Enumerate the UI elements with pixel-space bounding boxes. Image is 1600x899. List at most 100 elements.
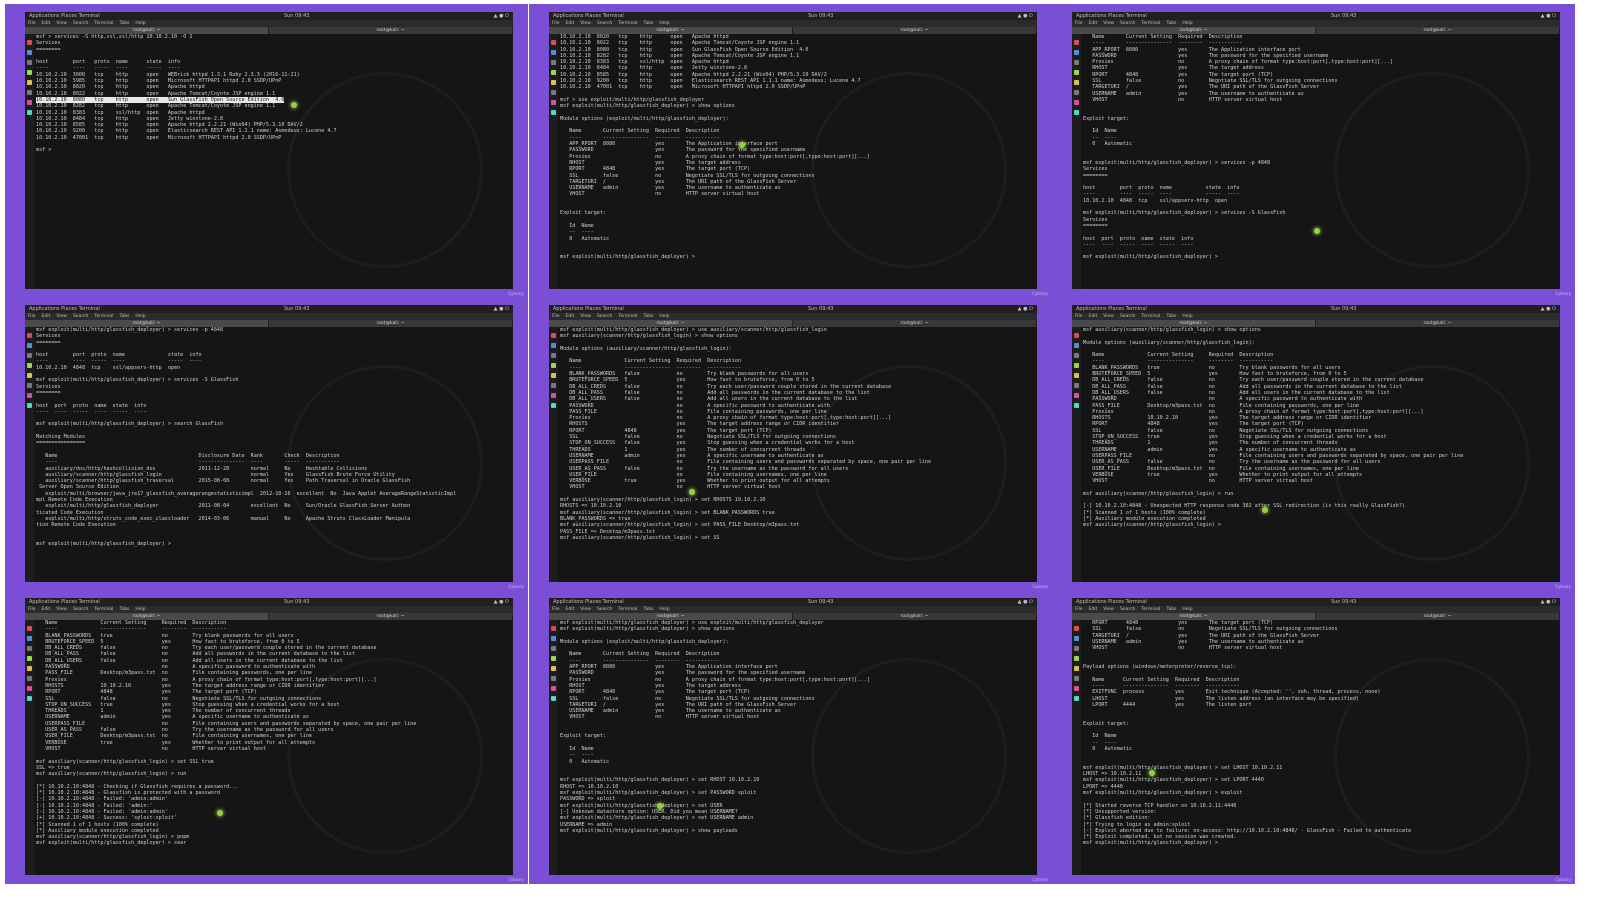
- dock-app-icon[interactable]: [27, 393, 32, 398]
- terminal-output[interactable]: RPORT 4848 yes The target port (TCP) SSL…: [1083, 620, 1557, 873]
- tab-2[interactable]: root@kali: ~: [269, 613, 513, 620]
- dock-app-icon[interactable]: [551, 656, 556, 661]
- top-bar-menus[interactable]: Applications Places Terminal: [553, 305, 624, 313]
- dock-app-icon[interactable]: [27, 353, 32, 358]
- dock-app-icon[interactable]: [551, 40, 556, 45]
- dock-app-icon[interactable]: [551, 100, 556, 105]
- menu-item-search[interactable]: Search: [597, 607, 612, 612]
- menu-item-edit[interactable]: Edit: [1089, 21, 1098, 26]
- top-bar-menus[interactable]: Applications Places Terminal: [1076, 12, 1147, 20]
- dock-app-icon[interactable]: [1074, 333, 1079, 338]
- top-bar-menus[interactable]: Applications Places Terminal: [1076, 305, 1147, 313]
- dock-app-icon[interactable]: [551, 343, 556, 348]
- menu-item-file[interactable]: File: [552, 21, 560, 26]
- dock-app-icon[interactable]: [1074, 363, 1079, 368]
- menu-item-help[interactable]: Help: [659, 21, 669, 26]
- terminal-window[interactable]: Applications Places Terminal Sun 09:43 ▲ ●…: [1072, 305, 1560, 582]
- dock-app-icon[interactable]: [1074, 646, 1079, 651]
- dock-app-icon[interactable]: [27, 646, 32, 651]
- terminal-window[interactable]: Applications Places Terminal Sun 09:43 ▲ ●…: [25, 598, 513, 875]
- dock-app-icon[interactable]: [1074, 373, 1079, 378]
- menu-item-file[interactable]: File: [1075, 607, 1083, 612]
- tab-2[interactable]: root@kali: ~: [269, 320, 513, 327]
- system-tray-icon[interactable]: ▲ ● ⏻: [494, 598, 509, 606]
- menu-item-edit[interactable]: Edit: [566, 21, 575, 26]
- menu-item-tabs[interactable]: Tabs: [643, 607, 653, 612]
- system-tray-icon[interactable]: ▲ ● ⏻: [494, 305, 509, 313]
- system-tray-icon[interactable]: ▲ ● ⏻: [1541, 305, 1556, 313]
- dock-app-icon[interactable]: [27, 363, 32, 368]
- dock-app-icon[interactable]: [1074, 686, 1079, 691]
- top-bar-menus[interactable]: Applications Places Terminal: [1076, 598, 1147, 606]
- system-tray-icon[interactable]: ▲ ● ⏻: [1541, 12, 1556, 20]
- dock-app-icon[interactable]: [1074, 343, 1079, 348]
- top-bar-menus[interactable]: Applications Places Terminal: [29, 598, 100, 606]
- tab-1[interactable]: root@kali: ~: [1072, 613, 1316, 620]
- system-tray-icon[interactable]: ▲ ● ⏻: [1018, 12, 1033, 20]
- dock-app-icon[interactable]: [27, 60, 32, 65]
- tab-1[interactable]: root@kali: ~: [25, 613, 269, 620]
- dock-app-icon[interactable]: [551, 403, 556, 408]
- menu-item-search[interactable]: Search: [1120, 314, 1135, 319]
- system-tray-icon[interactable]: ▲ ● ⏻: [1018, 598, 1033, 606]
- menu-item-terminal[interactable]: Terminal: [618, 21, 637, 26]
- menu-item-view[interactable]: View: [580, 314, 591, 319]
- menu-item-edit[interactable]: Edit: [1089, 607, 1098, 612]
- menu-item-help[interactable]: Help: [135, 314, 145, 319]
- dock-app-icon[interactable]: [1074, 666, 1079, 671]
- terminal-output[interactable]: msf exploit(multi/http/glassfish_deploye…: [560, 327, 1034, 580]
- menu-item-search[interactable]: Search: [73, 607, 88, 612]
- system-tray-icon[interactable]: ▲ ● ⏻: [494, 12, 509, 20]
- terminal-output[interactable]: msf auxiliary(scanner/http/glassfish_log…: [1083, 327, 1557, 580]
- menu-item-tabs[interactable]: Tabs: [1166, 607, 1176, 612]
- terminal-window[interactable]: Applications Places Terminal Sun 09:43 ▲ ●…: [1072, 598, 1560, 875]
- dock-app-icon[interactable]: [1074, 626, 1079, 631]
- terminal-output[interactable]: msf > services -S http,ssl,ssl/http 10.1…: [36, 34, 510, 287]
- terminal-output[interactable]: Name Current Setting Required Descriptio…: [36, 620, 510, 873]
- dock-app-icon[interactable]: [1074, 110, 1079, 115]
- tab-2[interactable]: root@kali: ~: [1316, 320, 1560, 327]
- dock-app-icon[interactable]: [1074, 40, 1079, 45]
- menu-item-file[interactable]: File: [1075, 21, 1083, 26]
- dock-app-icon[interactable]: [1074, 100, 1079, 105]
- tab-1[interactable]: root@kali: ~: [549, 320, 793, 327]
- terminal-window[interactable]: Applications Places Terminal Sun 09:43 ▲ ●…: [25, 12, 513, 289]
- menu-item-tabs[interactable]: Tabs: [643, 21, 653, 26]
- dock-app-icon[interactable]: [551, 676, 556, 681]
- menu-item-terminal[interactable]: Terminal: [1141, 314, 1160, 319]
- menu-item-edit[interactable]: Edit: [42, 21, 51, 26]
- menu-item-tabs[interactable]: Tabs: [119, 607, 129, 612]
- dock-app-icon[interactable]: [27, 50, 32, 55]
- dock-app-icon[interactable]: [27, 343, 32, 348]
- dock-app-icon[interactable]: [1074, 676, 1079, 681]
- terminal-output[interactable]: msf exploit(multi/http/glassfish_deploye…: [36, 327, 510, 580]
- dock-app-icon[interactable]: [551, 50, 556, 55]
- menu-item-view[interactable]: View: [56, 607, 67, 612]
- dock-app-icon[interactable]: [27, 90, 32, 95]
- menu-item-help[interactable]: Help: [1182, 21, 1192, 26]
- menu-item-terminal[interactable]: Terminal: [94, 21, 113, 26]
- menu-item-file[interactable]: File: [1075, 314, 1083, 319]
- menu-item-edit[interactable]: Edit: [42, 607, 51, 612]
- dock-app-icon[interactable]: [551, 373, 556, 378]
- top-bar-menus[interactable]: Applications Places Terminal: [29, 12, 100, 20]
- system-tray-icon[interactable]: ▲ ● ⏻: [1018, 305, 1033, 313]
- dock-app-icon[interactable]: [27, 80, 32, 85]
- dock-app-icon[interactable]: [551, 636, 556, 641]
- dock-app-icon[interactable]: [1074, 393, 1079, 398]
- menu-item-search[interactable]: Search: [1120, 21, 1135, 26]
- dock-app-icon[interactable]: [27, 373, 32, 378]
- terminal-output[interactable]: msf exploit(multi/http/glassfish_deploye…: [560, 620, 1034, 873]
- dock-app-icon[interactable]: [27, 686, 32, 691]
- menu-item-file[interactable]: File: [28, 607, 36, 612]
- tab-1[interactable]: root@kali: ~: [1072, 27, 1316, 34]
- dock-app-icon[interactable]: [1074, 656, 1079, 661]
- menu-item-tabs[interactable]: Tabs: [119, 21, 129, 26]
- menu-item-help[interactable]: Help: [659, 314, 669, 319]
- dock-app-icon[interactable]: [551, 646, 556, 651]
- dock-app-icon[interactable]: [551, 626, 556, 631]
- dock-app-icon[interactable]: [551, 60, 556, 65]
- dock-app-icon[interactable]: [551, 333, 556, 338]
- terminal-window[interactable]: Applications Places Terminal Sun 09:43 ▲ ●…: [25, 305, 513, 582]
- dock-app-icon[interactable]: [551, 383, 556, 388]
